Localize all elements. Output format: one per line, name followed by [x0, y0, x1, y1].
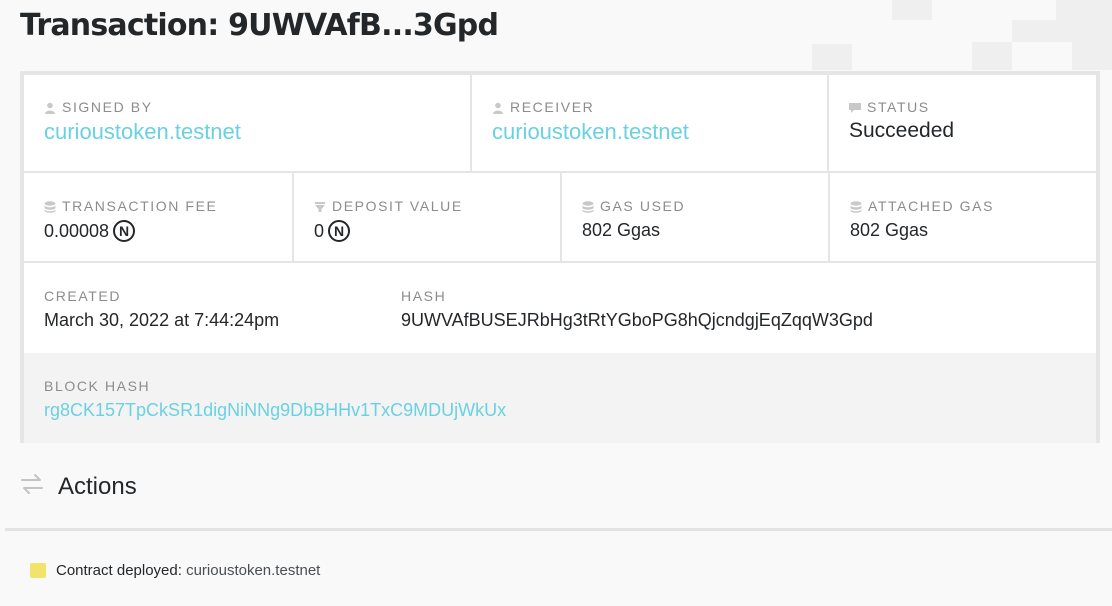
action-item: Contract deployed: curioustoken.testnet: [30, 562, 320, 579]
user-icon: [492, 101, 504, 114]
signed-by-label: SIGNED BY: [62, 99, 153, 115]
database-icon: [850, 200, 862, 213]
transaction-details-card: SIGNED BY curioustoken.testnet RECEIVER …: [20, 71, 1100, 443]
actions-title: Actions: [58, 472, 137, 500]
deposit-label: DEPOSIT VALUE: [332, 198, 463, 214]
hash-cell: HASH 9UWVAfBUSEJRbHg3tRtYGboPG8hQjcndgjE…: [381, 263, 1096, 353]
receiver-cell: RECEIVER curioustoken.testnet: [472, 75, 829, 171]
hash-value: 9UWVAfBUSEJRbHg3tRtYGboPG8hQjcndgjEqZqqW…: [401, 310, 873, 330]
attached-gas-label: ATTACHED GAS: [868, 198, 995, 214]
fee-label: TRANSACTION FEE: [62, 198, 218, 214]
status-label: STATUS: [867, 99, 930, 115]
signed-by-cell: SIGNED BY curioustoken.testnet: [24, 75, 472, 171]
transaction-row-gas: TRANSACTION FEE 0.00008 N DEPOSIT VALUE …: [24, 173, 1096, 263]
receiver-link[interactable]: curioustoken.testnet: [492, 119, 827, 145]
near-token-icon: N: [113, 220, 136, 242]
filter-icon: [314, 200, 326, 212]
block-hash-cell: BLOCK HASH rg8CK157TpCkSR1digNiNNg9DbBHH…: [24, 353, 1096, 443]
deploy-file-icon: [30, 563, 46, 578]
status-value: Succeeded: [849, 119, 955, 142]
gas-used-cell: GAS USED 802 Ggas: [562, 173, 830, 261]
database-icon: [44, 200, 56, 213]
signed-by-link[interactable]: curioustoken.testnet: [44, 119, 470, 145]
receiver-label: RECEIVER: [510, 99, 595, 115]
page-title: Transaction: 9UWVAfB...3Gpd: [20, 8, 499, 43]
hash-label: HASH: [401, 288, 447, 304]
fee-cell: TRANSACTION FEE 0.00008 N: [24, 173, 294, 261]
action-label: Contract deployed:: [56, 562, 182, 579]
action-target: curioustoken.testnet: [186, 562, 321, 579]
deposit-cell: DEPOSIT VALUE 0 N: [294, 173, 562, 261]
created-cell: CREATED March 30, 2022 at 7:44:24pm: [24, 263, 381, 353]
message-icon: [849, 101, 861, 113]
block-hash-link[interactable]: rg8CK157TpCkSR1digNiNNg9DbBHHv1TxC9MDUjW…: [44, 400, 1096, 421]
deposit-value: 0: [314, 220, 325, 241]
actions-header: Actions: [20, 472, 137, 501]
user-icon: [44, 101, 56, 114]
status-cell: STATUS Succeeded: [829, 75, 1096, 171]
transaction-row-block: BLOCK HASH rg8CK157TpCkSR1digNiNNg9DbBHH…: [24, 353, 1096, 443]
attached-gas-value: 802 Ggas: [850, 220, 929, 240]
database-icon: [582, 200, 594, 213]
gas-used-value: 802 Ggas: [582, 220, 661, 240]
attached-gas-cell: ATTACHED GAS 802 Ggas: [830, 173, 1096, 261]
exchange-arrows-icon: [20, 472, 44, 501]
created-label: CREATED: [44, 288, 122, 304]
transaction-row-parties: SIGNED BY curioustoken.testnet RECEIVER …: [24, 75, 1096, 173]
gas-used-label: GAS USED: [600, 198, 686, 214]
actions-divider: [5, 528, 1112, 531]
fee-value: 0.00008: [44, 220, 110, 241]
block-hash-label: BLOCK HASH: [44, 378, 151, 394]
transaction-row-meta: CREATED March 30, 2022 at 7:44:24pm HASH…: [24, 263, 1096, 353]
created-value: March 30, 2022 at 7:44:24pm: [44, 310, 280, 330]
near-token-icon: N: [328, 220, 351, 242]
